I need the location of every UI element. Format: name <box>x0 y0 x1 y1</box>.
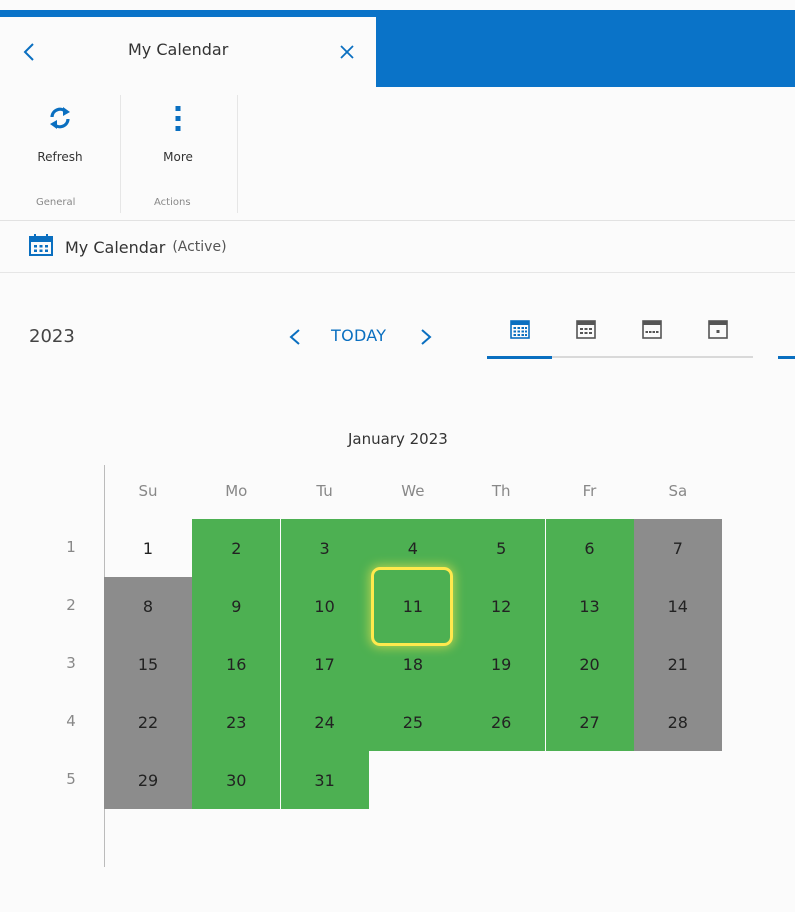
refresh-button[interactable]: Refresh <box>26 100 94 176</box>
more-button[interactable]: More <box>144 100 212 176</box>
ribbon-divider <box>237 95 238 213</box>
weekday-header: Mo <box>225 482 248 500</box>
week-number: 4 <box>66 712 76 730</box>
status-badge: (Active) <box>172 239 227 255</box>
day-cell[interactable]: 29 <box>104 751 192 809</box>
view-switcher-active-indicator <box>487 356 552 359</box>
day-cell[interactable]: 8 <box>104 577 192 635</box>
day-cell[interactable]: 9 <box>192 577 281 635</box>
day-cell[interactable]: 6 <box>545 519 634 577</box>
day-cell[interactable]: 23 <box>192 693 281 751</box>
breadcrumb: My Calendar (Active) <box>28 233 227 261</box>
day-cell[interactable]: 14 <box>633 577 722 635</box>
week-number: 1 <box>66 538 76 556</box>
day-cell[interactable]: 19 <box>457 635 546 693</box>
refresh-icon <box>47 104 73 136</box>
day-cell[interactable]: 28 <box>633 693 722 751</box>
more-icon <box>173 104 183 138</box>
day-cell[interactable]: 18 <box>368 635 457 693</box>
year-label: 2023 <box>29 326 75 347</box>
day-cell[interactable]: 12 <box>457 577 546 635</box>
breadcrumb-name: My Calendar <box>65 237 166 257</box>
day-cell[interactable]: 25 <box>368 693 457 751</box>
week-number: 5 <box>66 770 76 788</box>
refresh-label: Refresh <box>37 150 83 164</box>
day-cell[interactable]: 2 <box>192 519 281 577</box>
day-view-icon[interactable] <box>707 318 729 340</box>
group-actions-label: Actions <box>154 197 191 208</box>
today-button[interactable]: TODAY <box>331 326 386 345</box>
week-number: 2 <box>66 596 76 614</box>
day-cell[interactable]: 24 <box>280 693 369 751</box>
today-cell[interactable]: 11 <box>368 577 457 635</box>
previous-button[interactable] <box>288 322 302 361</box>
month-view-icon[interactable] <box>575 318 597 340</box>
day-cell[interactable]: 5 <box>457 519 546 577</box>
day-cell[interactable]: 3 <box>280 519 369 577</box>
weekday-header: Sa <box>668 482 688 500</box>
view-switcher-edge <box>778 356 795 359</box>
day-cell[interactable]: 27 <box>545 693 634 751</box>
month-title: January 2023 <box>348 430 448 448</box>
weekday-header: Th <box>491 482 511 500</box>
day-cell[interactable]: 13 <box>545 577 634 635</box>
chevron-left-icon[interactable] <box>22 37 36 67</box>
tab-title: My Calendar <box>128 40 229 59</box>
ribbon-divider <box>120 95 121 213</box>
more-label: More <box>163 150 193 164</box>
weekday-header: Tu <box>316 482 333 500</box>
day-cell[interactable]: 26 <box>457 693 546 751</box>
day-cell[interactable]: 16 <box>192 635 281 693</box>
year-view-icon[interactable] <box>509 318 531 340</box>
day-cell[interactable]: 20 <box>545 635 634 693</box>
day-cell[interactable]: 7 <box>633 519 722 577</box>
weekday-header: We <box>401 482 425 500</box>
day-cell[interactable]: 17 <box>280 635 369 693</box>
calendar-icon <box>28 233 54 261</box>
weekday-header: Su <box>138 482 158 500</box>
day-cell[interactable]: 30 <box>192 751 281 809</box>
day-cell[interactable]: 10 <box>280 577 369 635</box>
group-general-label: General <box>36 197 76 208</box>
divider <box>0 272 795 273</box>
week-view-icon[interactable] <box>641 318 663 340</box>
close-icon[interactable] <box>339 37 355 75</box>
day-cell[interactable]: 4 <box>368 519 457 577</box>
next-button[interactable] <box>419 322 433 361</box>
day-cell[interactable]: 22 <box>104 693 192 751</box>
week-number: 3 <box>66 654 76 672</box>
day-cell[interactable]: 1 <box>104 519 192 577</box>
day-cell[interactable]: 15 <box>104 635 192 693</box>
day-cell[interactable]: 21 <box>633 635 722 693</box>
day-cell[interactable]: 31 <box>280 751 369 809</box>
weekday-header: Fr <box>582 482 597 500</box>
